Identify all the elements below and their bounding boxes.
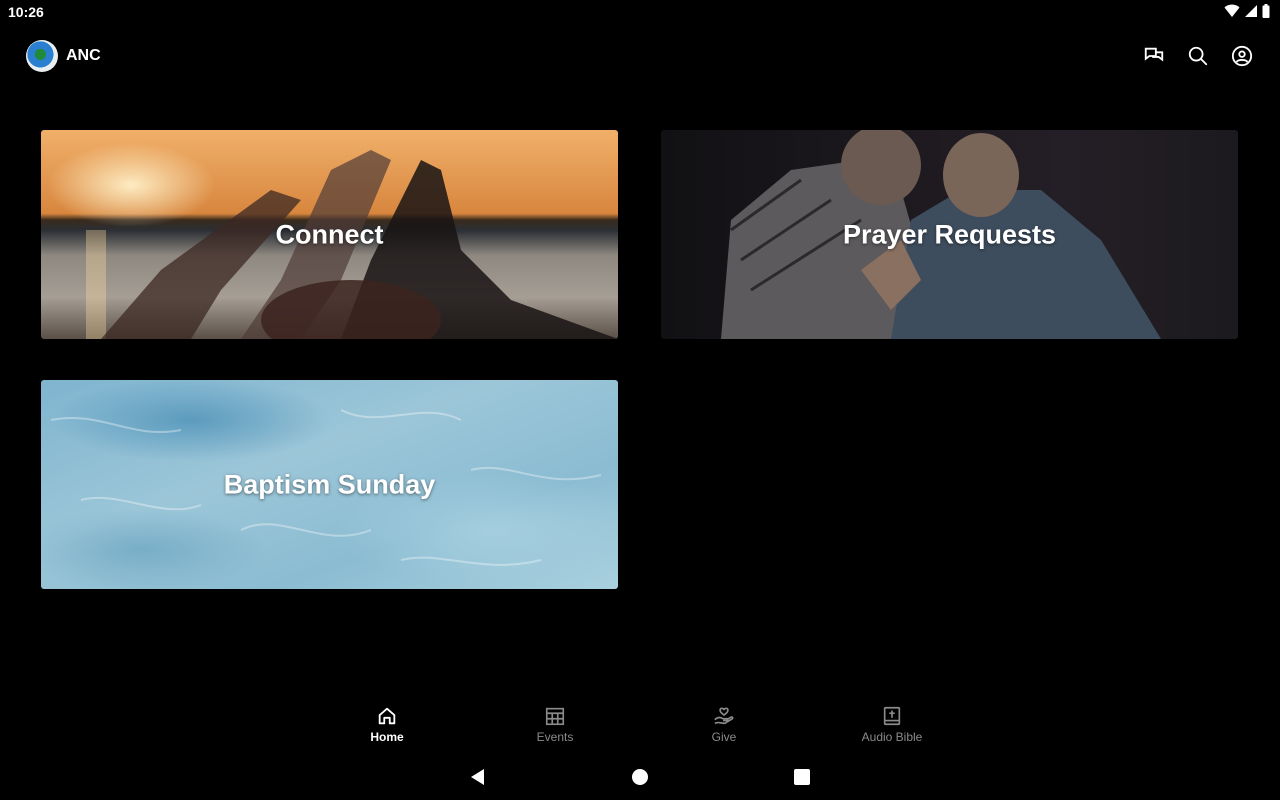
recents-icon[interactable]	[792, 767, 812, 787]
account-button[interactable]	[1230, 44, 1254, 68]
wifi-icon	[1224, 4, 1240, 17]
prayer-requests-card-label: Prayer Requests	[842, 219, 1057, 249]
home-circle-icon[interactable]	[630, 767, 650, 787]
nav-item-events[interactable]: Events	[500, 700, 610, 744]
nav-label-give: Give	[711, 730, 737, 744]
app-title: ANC	[66, 47, 101, 64]
back-icon[interactable]	[468, 767, 488, 787]
nav-item-give[interactable]: Give	[669, 700, 779, 744]
bottom-nav: Home Events Give Audio Bible	[0, 700, 1280, 750]
app-actions	[1142, 44, 1254, 68]
chat-icon	[1144, 47, 1164, 62]
home-icon	[378, 707, 396, 725]
nav-label-audio-bible: Audio Bible	[861, 730, 923, 744]
bible-icon	[883, 706, 901, 726]
status-icons	[1224, 4, 1270, 18]
baptism-sunday-card[interactable]: Baptism Sunday	[41, 380, 618, 589]
search-icon	[1188, 46, 1208, 66]
account-icon	[1231, 45, 1253, 67]
status-time: 10:26	[8, 4, 44, 20]
connect-card-label: Connect	[275, 219, 384, 249]
signal-icon	[1245, 5, 1257, 17]
nav-item-audio-bible[interactable]: Audio Bible	[837, 700, 947, 744]
nav-item-home[interactable]: Home	[332, 700, 442, 744]
baptism-sunday-card-label: Baptism Sunday	[223, 469, 436, 499]
status-bar: 10:26	[0, 0, 1280, 24]
nav-label-home: Home	[370, 730, 404, 744]
prayer-requests-card[interactable]: Prayer Requests	[661, 130, 1238, 339]
hand-heart-icon	[714, 707, 734, 725]
app-bar: ANC	[0, 32, 1280, 80]
chat-button[interactable]	[1142, 44, 1166, 68]
nav-label-events: Events	[536, 730, 574, 744]
connect-card[interactable]: Connect	[41, 130, 618, 339]
app-logo	[26, 40, 58, 72]
battery-icon	[1262, 4, 1270, 18]
system-nav-bar	[0, 755, 1280, 800]
search-button[interactable]	[1186, 44, 1210, 68]
calendar-grid-icon	[545, 707, 565, 726]
app-screen: 10:26 ANC Connect Prayer Requests Baptis…	[0, 0, 1280, 800]
